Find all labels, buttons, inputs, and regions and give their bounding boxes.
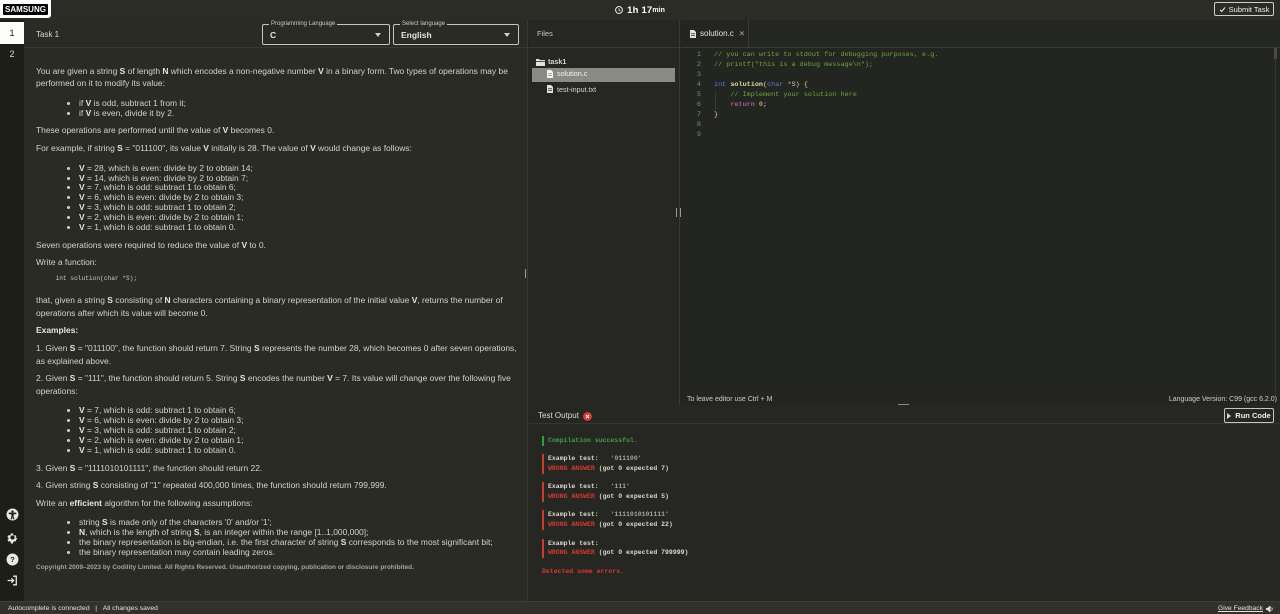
svg-text:?: ?: [10, 555, 15, 564]
